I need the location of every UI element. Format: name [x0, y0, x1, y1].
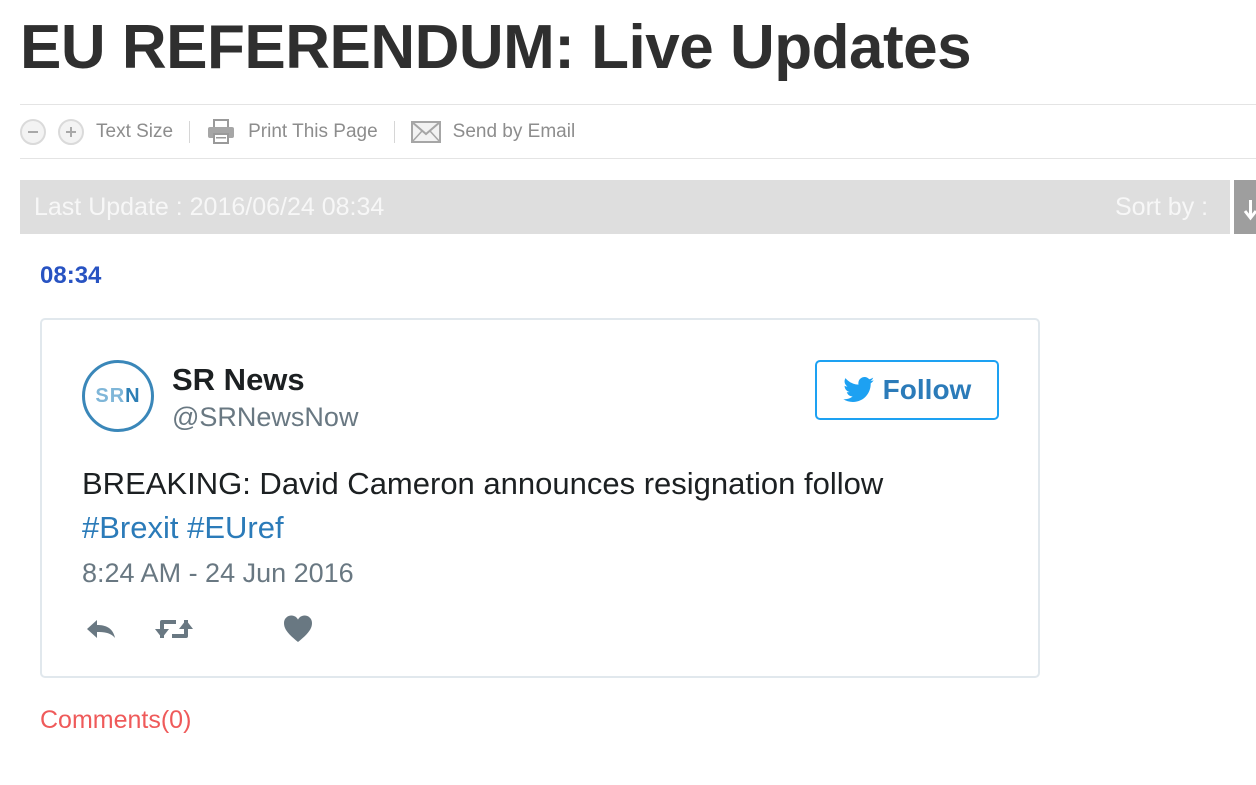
- entry-time: 08:34: [40, 262, 102, 289]
- decrease-text-size-button[interactable]: [20, 119, 46, 145]
- tweet-author-handle[interactable]: @SRNewsNow: [172, 402, 358, 433]
- article-toolbar: Text Size Print This Page Send by Email: [20, 106, 1256, 158]
- twitter-bird-icon: [842, 377, 874, 402]
- top-divider: [20, 104, 1256, 105]
- sort-button[interactable]: [1234, 180, 1256, 234]
- avatar-logo-text: SR: [95, 384, 126, 407]
- tweet-author-name[interactable]: SR News: [172, 362, 305, 398]
- hashtag-link[interactable]: #EUref: [187, 510, 283, 545]
- retweet-icon[interactable]: [154, 614, 194, 649]
- sort-arrow-icon: [1243, 200, 1256, 221]
- comments-link[interactable]: Comments(0): [40, 706, 191, 735]
- update-bar: Last Update : 2016/06/24 08:34 Sort by :: [20, 180, 1256, 234]
- text-size-label: Text Size: [96, 121, 174, 142]
- plus-icon: [66, 127, 76, 137]
- tweet-hashtags: #Brexit #EUref: [82, 510, 284, 545]
- toolbar-separator: [189, 121, 191, 143]
- embedded-tweet: SR N SR News @SRNewsNow Follow BREAKING: …: [40, 318, 1040, 678]
- reply-icon[interactable]: [84, 614, 118, 649]
- page-title: EU REFERENDUM: Live Updates: [20, 13, 972, 82]
- printer-icon[interactable]: [206, 119, 236, 145]
- toolbar-separator: [393, 121, 395, 143]
- hashtag-link[interactable]: #Brexit: [82, 510, 178, 545]
- avatar-logo-text-accent: N: [125, 384, 141, 407]
- increase-text-size-button[interactable]: [58, 119, 84, 145]
- envelope-icon[interactable]: [410, 121, 441, 143]
- sort-label: Sort by :: [1115, 193, 1209, 221]
- follow-button[interactable]: Follow: [815, 360, 999, 420]
- minus-icon: [28, 131, 38, 133]
- heart-icon[interactable]: [282, 614, 314, 649]
- print-page-link[interactable]: Print This Page: [248, 121, 378, 143]
- tweet-text: BREAKING: David Cameron announces resign…: [82, 462, 982, 550]
- avatar[interactable]: SR N: [82, 360, 154, 432]
- tweet-timestamp[interactable]: 8:24 AM - 24 Jun 2016: [82, 558, 354, 589]
- send-email-link[interactable]: Send by Email: [453, 121, 576, 143]
- follow-button-label: Follow: [882, 374, 972, 405]
- tweet-body: BREAKING: David Cameron announces resign…: [82, 466, 884, 501]
- toolbar-bottom-divider: [20, 158, 1256, 159]
- last-update-text: Last Update : 2016/06/24 08:34: [34, 193, 385, 221]
